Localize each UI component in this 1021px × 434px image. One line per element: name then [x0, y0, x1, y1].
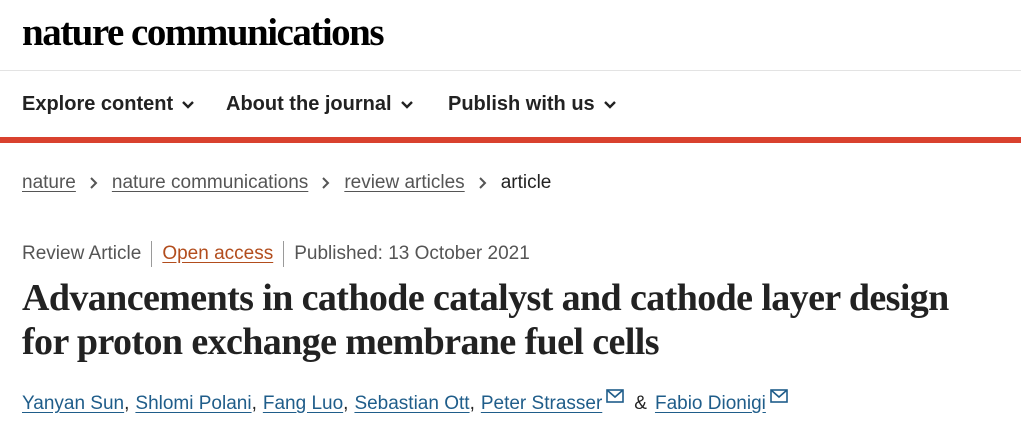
site-logo[interactable]: nature communications	[22, 11, 385, 55]
chevron-down-icon	[603, 100, 616, 109]
accent-bar	[0, 137, 1021, 143]
mail-icon[interactable]	[606, 389, 625, 403]
author-link[interactable]: Fabio Dionigi	[655, 393, 766, 415]
article-type: Review Article	[22, 243, 142, 264]
breadcrumb-link-nature[interactable]: nature	[22, 172, 76, 194]
published-date: Published: 13 October 2021	[294, 243, 530, 264]
author-separator: ,	[469, 393, 475, 414]
author-link[interactable]: Yanyan Sun	[22, 393, 124, 415]
breadcrumb-link-nature-communications[interactable]: nature communications	[112, 172, 308, 194]
nav-item-label: Explore content	[22, 93, 174, 115]
chevron-right-icon	[322, 177, 330, 189]
nav-item-label: Publish with us	[448, 93, 595, 115]
author-ampersand: &	[634, 393, 647, 414]
nav-item-label: About the journal	[226, 93, 392, 115]
article-meta: Review Article Open access Published: 13…	[22, 241, 530, 267]
author-link[interactable]: Sebastian Ott	[354, 393, 469, 415]
article-title: Advancements in cathode catalyst and cat…	[22, 277, 949, 363]
breadcrumb-current: article	[500, 172, 552, 193]
divider	[283, 241, 285, 267]
chevron-right-icon	[478, 177, 487, 189]
mail-icon[interactable]	[770, 389, 788, 403]
breadcrumb-link-review-articles[interactable]: review articles	[344, 172, 464, 194]
nav-publish-with-us[interactable]: Publish with us	[448, 93, 617, 116]
author-separator: ,	[124, 393, 130, 414]
author-list: Yanyan Sun, Shlomi Polani, Fang Luo, Seb…	[22, 389, 788, 415]
author-link[interactable]: Peter Strasser	[481, 393, 602, 415]
chevron-right-icon	[90, 177, 98, 189]
chevron-down-icon	[400, 100, 413, 109]
chevron-down-icon	[182, 100, 194, 109]
breadcrumb: nature nature communications review arti…	[22, 172, 551, 194]
open-access-link[interactable]: Open access	[162, 243, 273, 265]
nav-explore-content[interactable]: Explore content	[22, 93, 195, 116]
nav-about-journal[interactable]: About the journal	[226, 93, 414, 116]
author-separator: ,	[251, 393, 257, 414]
main-nav: Explore content About the journal Publis…	[0, 71, 1021, 137]
divider	[151, 241, 153, 267]
author-link[interactable]: Fang Luo	[263, 393, 343, 415]
site-header: nature communications	[0, 0, 1021, 71]
author-link[interactable]: Shlomi Polani	[135, 393, 251, 415]
author-separator: ,	[343, 393, 349, 414]
